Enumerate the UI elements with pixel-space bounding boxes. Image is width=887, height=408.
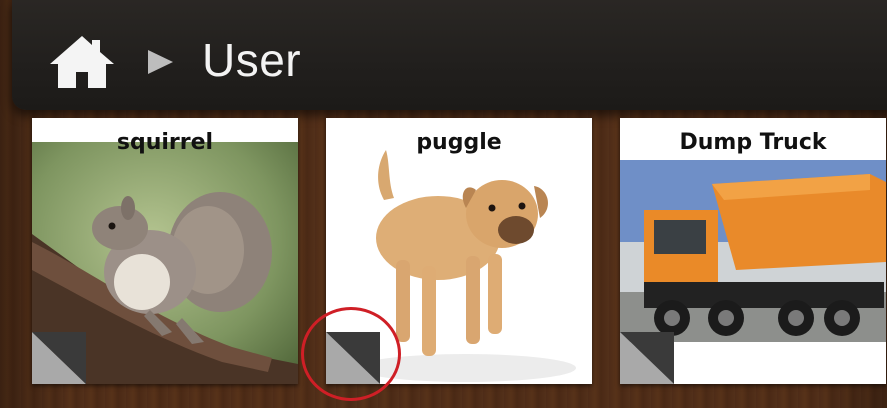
highlight-circle: [301, 307, 401, 401]
triangle-right-icon: [148, 50, 173, 74]
tile-label: puggle: [416, 130, 502, 155]
folded-corner-icon[interactable]: [32, 332, 86, 384]
tile-dump-truck[interactable]: Dump Truck: [620, 118, 886, 384]
header-bar: User: [12, 0, 887, 110]
tile-squirrel[interactable]: squirrel: [32, 118, 298, 384]
folded-corner-icon[interactable]: [620, 332, 674, 384]
breadcrumb-title: User: [202, 34, 302, 86]
home-icon[interactable]: [48, 34, 116, 90]
tile-label: squirrel: [116, 130, 214, 155]
tile-label: Dump Truck: [679, 130, 827, 155]
